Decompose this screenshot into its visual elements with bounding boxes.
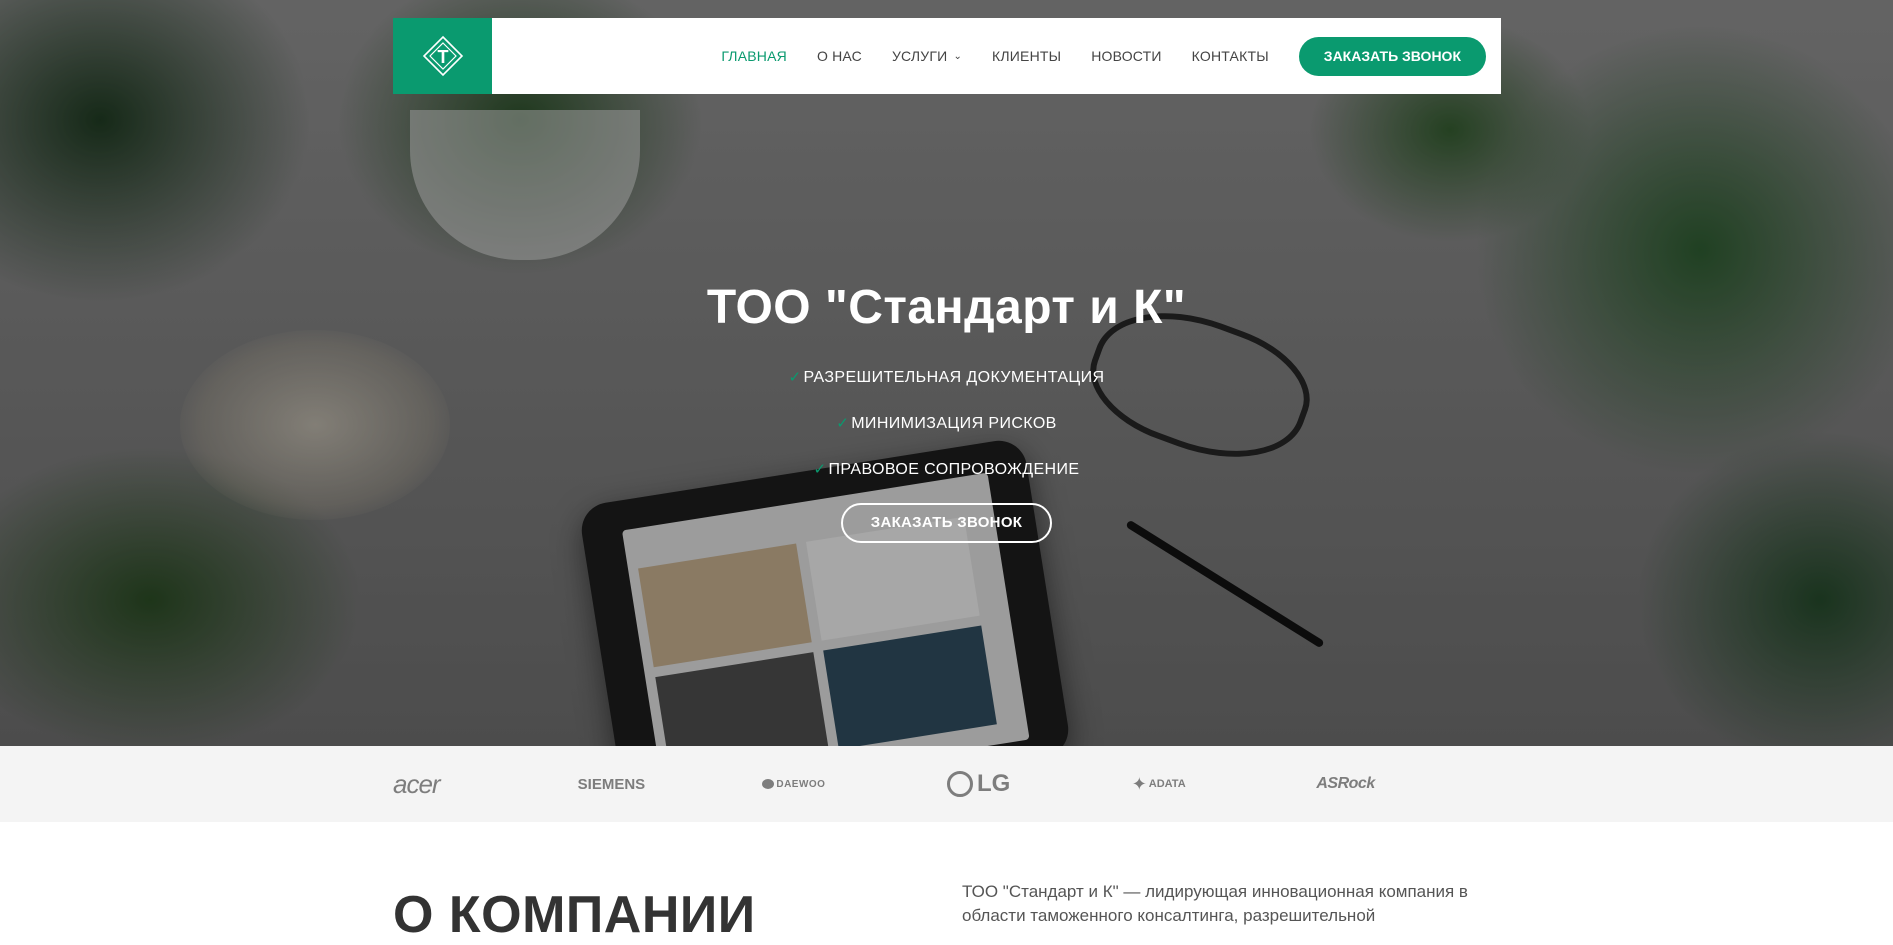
- about-heading: О КОМПАНИИ: [393, 886, 756, 944]
- client-logo-lg: LG: [947, 770, 1132, 798]
- nav-item-services[interactable]: УСЛУГИ ⌄: [892, 48, 962, 64]
- hero-bullet-list: ✓ РАЗРЕШИТЕЛЬНАЯ ДОКУМЕНТАЦИЯ ✓ МИНИМИЗАЦИ…: [0, 355, 1893, 493]
- hummingbird-icon: ✦: [1131, 773, 1147, 794]
- hero-content: ТОО "Стандарт и К" ✓ РАЗРЕШИТЕЛЬНАЯ ДОКУМ…: [0, 275, 1893, 543]
- lg-face-icon: [947, 771, 974, 797]
- client-logo-acer: acer: [393, 768, 441, 799]
- nav-item-home[interactable]: ГЛАВНАЯ: [721, 48, 787, 64]
- about-section: О КОМПАНИИ ТОО "Стандарт и К" — лидирующ…: [0, 822, 1893, 944]
- logo-letter: Т: [437, 47, 448, 67]
- about-text: ТОО "Стандарт и К" — лидирующая инноваци…: [962, 882, 1468, 925]
- hero-bullet-label: РАЗРЕШИТЕЛЬНАЯ ДОКУМЕНТАЦИЯ: [803, 369, 1105, 386]
- nav-item-label: КЛИЕНТЫ: [992, 48, 1062, 64]
- site-logo[interactable]: Т: [393, 18, 492, 94]
- hero-bullet-label: ПРАВОВОЕ СОПРОВОЖДЕНИЕ: [828, 461, 1080, 478]
- client-logo-asrock: ASRock: [1316, 775, 1375, 792]
- client-logos-strip: acer SIEMENS DAEWOO LG ✦ ADATA ASRock: [0, 746, 1893, 822]
- checkmark-icon: ✓: [836, 415, 850, 432]
- nav-item-label: КОНТАКТЫ: [1191, 48, 1269, 64]
- checkmark-icon: ✓: [813, 461, 827, 478]
- nav-item-label: О НАС: [816, 48, 862, 64]
- navbar: Т ГЛАВНАЯ О НАС УСЛУГИ ⌄ КЛИЕНТЫ НОВОСТИ …: [393, 18, 1501, 94]
- nav-item-label: ГЛАВНАЯ: [721, 48, 787, 64]
- nav-item-label: НОВОСТИ: [1091, 48, 1162, 64]
- client-logos-row: acer SIEMENS DAEWOO LG ✦ ADATA ASRock: [393, 746, 1501, 822]
- nav-order-call-button[interactable]: ЗАКАЗАТЬ ЗВОНОК: [1298, 36, 1486, 76]
- checkmark-icon: ✓: [788, 369, 802, 386]
- hero-bullet: ✓ ПРАВОВОЕ СОПРОВОЖДЕНИЕ: [0, 447, 1893, 493]
- client-logo-siemens: SIEMENS: [577, 775, 646, 793]
- nav-item-news[interactable]: НОВОСТИ: [1091, 48, 1161, 64]
- hero-order-call-button[interactable]: ЗАКАЗАТЬ ЗВОНОК: [840, 503, 1053, 543]
- hero-section: ТОО "Стандарт и К" ✓ РАЗРЕШИТЕЛЬНАЯ ДОКУМ…: [0, 0, 1893, 746]
- client-logo-label: DAEWOO: [776, 778, 826, 790]
- client-logo-label: LG: [977, 770, 1011, 797]
- client-logo-daewoo: DAEWOO: [762, 779, 947, 790]
- hero-bullet: ✓ МИНИМИЗАЦИЯ РИСКОВ: [0, 401, 1893, 447]
- chevron-down-icon: ⌄: [953, 50, 963, 62]
- hero-title: ТОО "Стандарт и К": [706, 281, 1187, 334]
- nav-item-label: УСЛУГИ: [891, 48, 948, 64]
- nav-item-about[interactable]: О НАС: [817, 48, 862, 64]
- daewoo-mark-icon: [762, 779, 775, 789]
- client-logo-adata: ✦ ADATA: [1132, 774, 1317, 795]
- main-menu: ГЛАВНАЯ О НАС УСЛУГИ ⌄ КЛИЕНТЫ НОВОСТИ КО…: [691, 36, 1486, 76]
- nav-item-contacts[interactable]: КОНТАКТЫ: [1192, 48, 1269, 64]
- nav-item-clients[interactable]: КЛИЕНТЫ: [992, 48, 1061, 64]
- client-logo-label: ADATA: [1148, 778, 1186, 790]
- logo-emblem-icon: Т: [422, 35, 463, 77]
- hero-bullet: ✓ РАЗРЕШИТЕЛЬНАЯ ДОКУМЕНТАЦИЯ: [0, 355, 1893, 401]
- hero-bullet-label: МИНИМИЗАЦИЯ РИСКОВ: [851, 415, 1057, 432]
